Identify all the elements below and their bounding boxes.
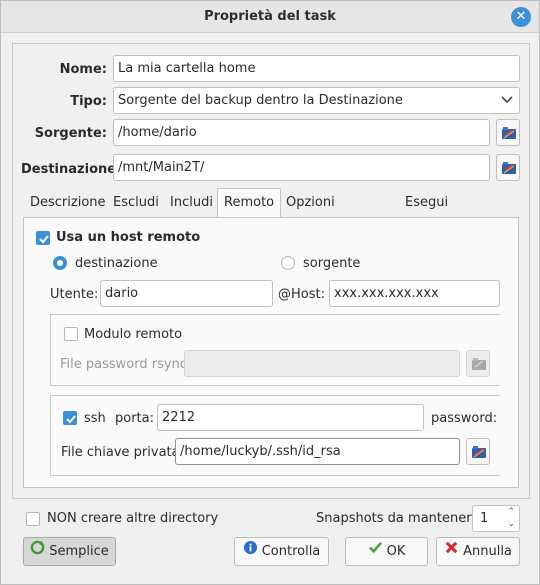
destination-field[interactable]: /mnt/Main2T/: [113, 154, 490, 181]
ok-label: OK: [386, 544, 406, 559]
ok-button[interactable]: OK: [345, 537, 428, 566]
ssh-label: ssh: [84, 411, 106, 426]
checkmark-icon: [39, 235, 49, 244]
type-combo[interactable]: Sorgente del backup dentro la Destinazio…: [113, 87, 520, 114]
rsync-password-label: File password rsync:: [60, 357, 192, 372]
rsync-password-field[interactable]: [184, 350, 460, 377]
destination-radio-label: destinazione: [75, 256, 158, 271]
close-icon: ✕: [515, 9, 527, 24]
title-bar[interactable]: Proprietà del task ✕: [1, 1, 539, 33]
checkmark-icon: [66, 415, 76, 424]
password-label: password:: [431, 411, 498, 426]
source-browse-button[interactable]: [496, 119, 520, 146]
snapshots-value: 1: [480, 511, 489, 526]
port-field[interactable]: 2212: [157, 404, 424, 431]
folder-browse-icon: [472, 358, 486, 370]
cancel-x-icon: [444, 538, 459, 565]
source-radio[interactable]: [281, 256, 295, 270]
folder-browse-icon: [502, 127, 516, 139]
check-button[interactable]: Controlla: [234, 537, 329, 566]
task-properties-dialog: Proprietà del task ✕ Nome: La mia cartel…: [0, 0, 540, 585]
folder-browse-icon: [502, 162, 516, 174]
destination-label: Destinazione:: [21, 162, 122, 177]
user-field[interactable]: dario: [100, 280, 273, 307]
checkmark-icon: [368, 538, 383, 565]
no-create-dirs-checkbox[interactable]: [26, 512, 40, 526]
snapshots-spinbox[interactable]: 1 ⌃ ⌄: [472, 505, 520, 532]
close-button[interactable]: ✕: [511, 7, 531, 27]
module-checkbox[interactable]: [64, 327, 78, 341]
destination-browse-button[interactable]: [496, 154, 520, 181]
window-title: Proprietà del task: [204, 9, 336, 24]
chevron-down-icon: [501, 92, 513, 108]
no-create-dirs-label: NON creare altre directory: [47, 511, 219, 526]
ssh-checkbox[interactable]: [63, 411, 77, 425]
destination-radio[interactable]: [53, 256, 67, 270]
simple-mode-button[interactable]: Semplice: [23, 537, 116, 566]
module-label: Modulo remoto: [84, 327, 183, 342]
source-radio-label: sorgente: [303, 256, 361, 271]
tab-includi[interactable]: Includi: [164, 189, 219, 217]
host-field[interactable]: xxx.xxx.xxx.xxx: [329, 280, 500, 307]
private-key-browse-button[interactable]: [466, 438, 490, 465]
tab-descrizione[interactable]: Descrizione: [24, 189, 112, 217]
tab-opzioni-comando[interactable]: Opzioni comando: [280, 189, 352, 238]
port-label: porta:: [115, 411, 154, 426]
cancel-label: Annulla: [463, 544, 512, 559]
cancel-button[interactable]: Annulla: [436, 537, 520, 566]
name-field[interactable]: La mia cartella home: [113, 55, 520, 82]
tab-remoto[interactable]: Remoto: [217, 188, 282, 218]
chevron-up-icon[interactable]: ⌃: [507, 507, 515, 517]
use-remote-label: Usa un host remoto: [56, 230, 201, 245]
snapshots-label: Snapshots da mantenere:: [316, 511, 484, 526]
tab-esegui-comandi[interactable]: Esegui comandi: [399, 189, 467, 238]
refresh-icon: [30, 538, 45, 565]
private-key-label: File chiave privata:: [61, 445, 184, 460]
rsync-password-browse-button[interactable]: [466, 350, 490, 377]
chevron-down-icon[interactable]: ⌄: [507, 519, 515, 529]
source-label: Sorgente:: [34, 126, 107, 141]
source-field[interactable]: /home/dario: [113, 119, 490, 146]
check-label: Controlla: [261, 544, 321, 559]
name-label: Nome:: [59, 62, 107, 77]
user-label: Utente:: [50, 287, 99, 302]
private-key-field[interactable]: /home/luckyb/.ssh/id_rsa: [175, 438, 460, 465]
host-label: @Host:: [278, 287, 325, 302]
folder-browse-icon: [472, 446, 486, 458]
use-remote-checkbox[interactable]: [36, 231, 50, 245]
info-icon: [243, 538, 258, 565]
simple-mode-label: Semplice: [49, 544, 109, 559]
type-label: Tipo:: [70, 94, 107, 109]
type-combo-value: Sorgente del backup dentro la Destinazio…: [118, 93, 403, 108]
tab-escludi[interactable]: Escludi: [107, 189, 165, 217]
